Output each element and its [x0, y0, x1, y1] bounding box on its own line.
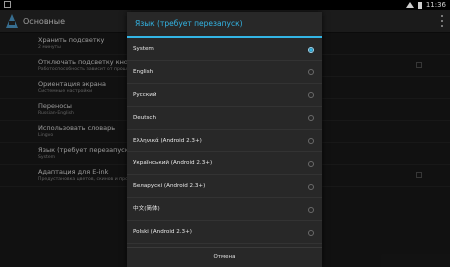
- option-label: 中文(简体): [133, 206, 160, 213]
- language-options: System English Русский Deutsch Ελληνικά …: [127, 38, 322, 245]
- radio-icon[interactable]: [308, 183, 314, 190]
- radio-icon[interactable]: [308, 229, 314, 236]
- language-dialog: Язык (требует перезапуск) System English…: [127, 12, 322, 267]
- option-label: English: [133, 68, 154, 75]
- language-option-ukrainian[interactable]: Український (Android 2.3+): [127, 152, 322, 176]
- language-option-belarusian[interactable]: Беларускі (Android 2.3+): [127, 175, 322, 199]
- language-option-greek[interactable]: Ελληνικά (Android 2.3+): [127, 130, 322, 153]
- radio-icon[interactable]: [308, 206, 314, 213]
- option-label: Русский: [133, 91, 157, 98]
- radio-selected-icon[interactable]: [308, 46, 314, 53]
- radio-icon[interactable]: [308, 115, 314, 122]
- option-label: Український (Android 2.3+): [133, 160, 213, 167]
- radio-icon[interactable]: [308, 160, 314, 167]
- language-option-polish[interactable]: Polski (Android 2.3+): [127, 221, 322, 245]
- battery-icon: [417, 1, 422, 9]
- language-option-system[interactable]: System: [127, 38, 322, 61]
- language-option-german[interactable]: Deutsch: [127, 107, 322, 130]
- radio-icon[interactable]: [308, 138, 314, 145]
- option-label: Deutsch: [133, 114, 157, 121]
- language-option-english[interactable]: English: [127, 61, 322, 84]
- clock: 11:36: [425, 1, 446, 9]
- wifi-icon: [405, 2, 414, 8]
- radio-icon[interactable]: [308, 69, 314, 76]
- option-label: System: [133, 46, 154, 52]
- status-indicators: 11:36: [405, 0, 446, 10]
- option-label: Ελληνικά (Android 2.3+): [133, 137, 202, 144]
- language-option-chinese[interactable]: 中文(简体): [127, 198, 322, 222]
- option-label: Беларускі (Android 2.3+): [133, 183, 206, 190]
- option-label: Polski (Android 2.3+): [133, 229, 192, 236]
- status-bar: 11:36: [0, 0, 450, 10]
- cancel-button[interactable]: Отмена: [127, 247, 322, 267]
- notification-icon: [4, 1, 11, 8]
- radio-icon[interactable]: [308, 92, 314, 99]
- dialog-title: Язык (требует перезапуск): [127, 12, 322, 38]
- language-option-russian[interactable]: Русский: [127, 84, 322, 107]
